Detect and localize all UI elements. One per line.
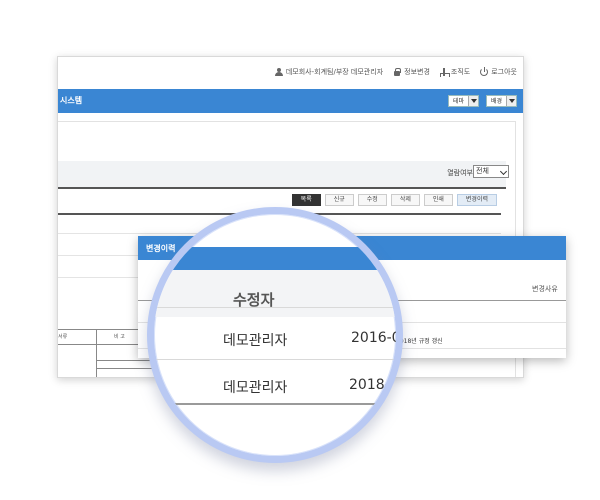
- org-chart-label: 조직도: [450, 68, 471, 76]
- lens-popup-header: [154, 247, 396, 270]
- divider: [96, 330, 97, 377]
- system-header-bar: 시스템 테마 배경: [58, 89, 523, 113]
- lens-table-header: [154, 270, 396, 317]
- read-status-value: 전체: [476, 167, 489, 175]
- doc-column-header: 서류: [58, 334, 68, 340]
- read-status-select[interactable]: 전체: [473, 165, 509, 178]
- change-info-link[interactable]: 정보변경: [393, 67, 430, 77]
- theme-select[interactable]: 테마: [447, 95, 479, 107]
- list-button[interactable]: 목록: [291, 194, 321, 206]
- lock-icon: [393, 68, 402, 76]
- org-chart-link[interactable]: 조직도: [439, 67, 471, 77]
- user-info-label: 데모회사-회계팀/부장 데모관리자: [285, 68, 384, 76]
- system-title: 시스템: [60, 96, 83, 105]
- user-info[interactable]: 데모회사-회계팀/부장 데모관리자: [274, 67, 384, 77]
- screenshot-stage: 데모회사-회계팀/부장 데모관리자 정보변경 조직도 로그아웃 시스템 테마 배…: [0, 0, 600, 500]
- history-button[interactable]: 변경이력: [456, 194, 497, 206]
- org-chart-icon: [439, 68, 450, 77]
- divider: [154, 307, 396, 308]
- lens-content: 수정자 데모관리자 2016-09 2018년 규정 갱신 데모관리자 2018…: [154, 214, 403, 456]
- date-cell: 2018-07: [349, 377, 403, 393]
- theme-select-label: 테마: [452, 98, 464, 105]
- filter-bar: [58, 161, 506, 189]
- background-select[interactable]: 배경: [485, 95, 517, 107]
- chevron-down-icon: [468, 96, 478, 106]
- top-menu: 데모회사-회계팀/부장 데모관리자 정보변경 조직도 로그아웃: [274, 67, 517, 77]
- delete-button[interactable]: 삭제: [390, 194, 420, 206]
- edit-button[interactable]: 수정: [357, 194, 387, 206]
- divider: [154, 359, 396, 360]
- logout-link[interactable]: 로그아웃: [480, 67, 517, 77]
- print-button[interactable]: 인쇄: [423, 194, 453, 206]
- date-cell: 2016-09: [351, 330, 401, 346]
- editor-cell: 데모관리자: [223, 380, 288, 396]
- reason-cell: 2018년 규정 갱신: [396, 338, 443, 345]
- change-info-label: 정보변경: [404, 68, 430, 76]
- divider: [154, 403, 396, 405]
- editor-cell: 데모관리자: [223, 333, 288, 349]
- magnifier-lens: 수정자 데모관리자 2016-09 2018년 규정 갱신 데모관리자 2018…: [147, 207, 403, 463]
- new-button[interactable]: 신규: [324, 194, 354, 206]
- read-status-label: 열람여부: [447, 169, 473, 177]
- power-icon: [480, 67, 489, 76]
- logout-label: 로그아웃: [491, 68, 517, 76]
- chevron-down-icon: [506, 96, 516, 106]
- reason-column-header: 변경사유: [532, 285, 558, 293]
- action-buttons: 목록 신규 수정 삭제 인쇄 변경이력: [291, 194, 497, 206]
- top-bar: 데모회사-회계팀/부장 데모관리자 정보변경 조직도 로그아웃: [58, 57, 523, 89]
- user-icon: [274, 68, 283, 76]
- background-select-label: 배경: [490, 98, 502, 105]
- note-column-header: 비 고: [114, 334, 125, 340]
